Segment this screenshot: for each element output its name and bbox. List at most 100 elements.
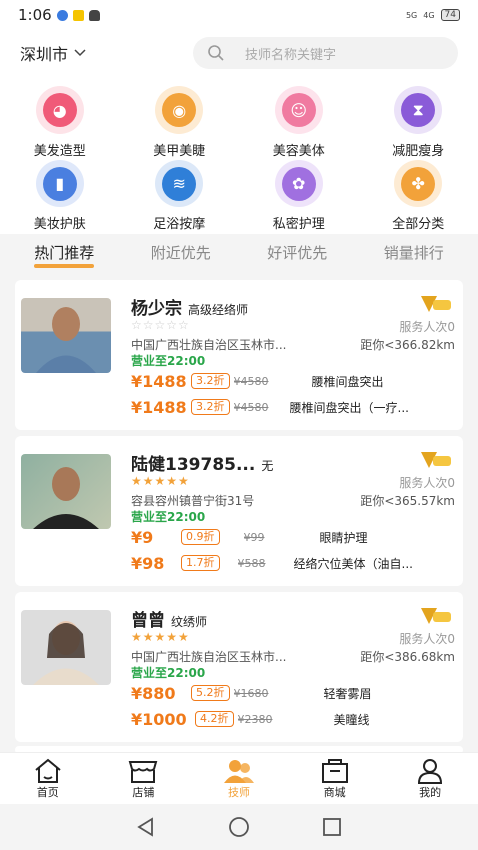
- rating-stars: ★★★★★: [131, 474, 190, 488]
- search-placeholder: 技师名称关键字: [245, 47, 337, 63]
- category-beauty[interactable]: ☺ 美容美体: [239, 86, 359, 160]
- home-button-icon[interactable]: [228, 816, 250, 838]
- service-original-price: ¥99: [243, 530, 265, 544]
- technician-name: 曾曾 纹绣师: [131, 611, 208, 631]
- service-item[interactable]: ¥1000 4.2折 ¥2380 美瞳线: [131, 708, 370, 730]
- category-private-care[interactable]: ✿ 私密护理: [239, 160, 359, 232]
- category-label: 减肥瘦身: [392, 144, 445, 159]
- notification-icon: [56, 9, 68, 21]
- system-nav-bar: [0, 804, 478, 850]
- body-icon: ⧗: [394, 86, 443, 134]
- service-item[interactable]: ¥1488 3.2折 ¥4580 腰椎间盘突出: [131, 370, 384, 392]
- category-foot-massage[interactable]: ≋ 足浴按摩: [120, 160, 240, 232]
- service-name: 腰椎间盘突出: [311, 374, 384, 389]
- nav-label: 我的: [419, 785, 442, 799]
- profile-icon: [418, 758, 443, 784]
- search-icon: [208, 45, 224, 61]
- technician-icon: [223, 759, 254, 783]
- technician-address: 中国广西壮族自治区玉林市...: [131, 650, 287, 664]
- nav-profile[interactable]: 我的: [395, 758, 465, 800]
- technician-name: 杨少宗 高级经络师: [131, 299, 249, 319]
- eye-icon: ◉: [155, 86, 204, 134]
- category-label: 私密护理: [272, 217, 325, 232]
- signal-icon: 5G: [405, 10, 418, 20]
- hair-icon: ◕: [35, 86, 84, 134]
- city-selector[interactable]: 深圳市: [20, 41, 86, 65]
- tab-nearby[interactable]: 附近优先: [151, 242, 211, 267]
- tab-sales[interactable]: 销量排行: [384, 242, 444, 267]
- service-price: ¥9: [131, 527, 154, 547]
- service-discount: 5.2折: [191, 685, 230, 701]
- service-item[interactable]: ¥880 5.2折 ¥1680 轻奢雾眉: [131, 682, 372, 704]
- service-original-price: ¥588: [237, 556, 266, 570]
- header: 深圳市 技师名称关键字: [0, 30, 478, 76]
- category-label: 全部分类: [392, 217, 445, 232]
- bell-icon: [88, 9, 100, 21]
- nav-label: 商城: [323, 785, 346, 799]
- nav-label: 店铺: [132, 785, 155, 799]
- status-time: 1:06: [18, 6, 52, 24]
- technician-photo: [21, 610, 111, 685]
- service-original-price: ¥4580: [233, 374, 269, 388]
- business-hours: 营业至22:00: [131, 510, 206, 524]
- service-name: 美瞳线: [333, 712, 370, 727]
- technician-level: 无: [261, 459, 274, 473]
- home-icon: [35, 758, 61, 783]
- battery-icon: 74: [440, 9, 460, 21]
- back-icon[interactable]: [136, 817, 156, 837]
- service-name: 眼睛护理: [319, 530, 368, 545]
- store-icon: [129, 760, 158, 783]
- status-bar: 1:06 5G 4G 74: [0, 0, 478, 30]
- service-price: ¥880: [131, 683, 176, 703]
- search-input[interactable]: 技师名称关键字: [193, 37, 458, 69]
- technician-address: 容县容州镇普宁街31号: [131, 494, 255, 508]
- service-price: ¥1000: [131, 709, 187, 729]
- technician-distance: 距你<366.82km: [360, 338, 455, 352]
- served-count: 服务人次0: [399, 632, 455, 646]
- recent-apps-icon[interactable]: [322, 817, 342, 837]
- vip-badge-icon: [421, 608, 451, 624]
- cosmetics-icon: ▮: [35, 160, 84, 207]
- service-item[interactable]: ¥1488 3.2折 ¥4580 腰椎间盘突出（一疗...: [131, 396, 409, 418]
- business-hours: 营业至22:00: [131, 666, 206, 680]
- category-label: 美甲美睫: [153, 144, 206, 159]
- category-label: 足浴按摩: [153, 217, 206, 232]
- rating-stars: ★★★★★: [131, 630, 190, 644]
- foot-massage-icon: ≋: [155, 160, 204, 207]
- nav-mall[interactable]: 商城: [300, 758, 370, 800]
- chevron-down-icon: [74, 49, 86, 57]
- service-item[interactable]: ¥98 1.7折 ¥588 经络穴位美体（油自...: [131, 552, 413, 574]
- service-discount: 0.9折: [181, 529, 220, 545]
- technician-card[interactable]: 陆健139785... 无 ★★★★★ 服务人次0 容县容州镇普宁街31号 距你<…: [15, 436, 463, 586]
- service-name: 腰椎间盘突出（一疗...: [289, 400, 409, 415]
- category-nails[interactable]: ◉ 美甲美睫: [120, 86, 240, 160]
- category-slimming[interactable]: ⧗ 减肥瘦身: [359, 86, 478, 160]
- app-notification-icon: [72, 9, 84, 21]
- technician-card[interactable]: 杨少宗 高级经络师 ☆☆☆☆☆ 服务人次0 中国广西壮族自治区玉林市... 距你<…: [15, 280, 463, 430]
- face-icon: ☺: [274, 86, 323, 134]
- nav-home[interactable]: 首页: [13, 758, 83, 800]
- technician-name: 陆健139785... 无: [131, 455, 274, 475]
- sort-tabs: 热门推荐 附近优先 好评优先 销量排行: [0, 234, 478, 274]
- tab-rating[interactable]: 好评优先: [267, 242, 327, 267]
- served-count: 服务人次0: [399, 476, 455, 490]
- nav-technician[interactable]: 技师: [204, 758, 274, 800]
- category-makeup[interactable]: ▮ 美妆护肤: [0, 160, 120, 232]
- served-count: 服务人次0: [399, 320, 455, 334]
- technician-address: 中国广西壮族自治区玉林市...: [131, 338, 287, 352]
- category-hair[interactable]: ◕ 美发造型: [0, 86, 120, 160]
- service-price: ¥1488: [131, 397, 187, 417]
- nav-label: 技师: [227, 785, 250, 799]
- category-label: 美容美体: [272, 144, 325, 159]
- category-all[interactable]: ✤ 全部分类: [359, 160, 478, 232]
- nav-store[interactable]: 店铺: [108, 758, 178, 800]
- service-discount: 1.7折: [181, 555, 220, 571]
- technician-card[interactable]: 曾曾 纹绣师 ★★★★★ 服务人次0 中国广西壮族自治区玉林市... 距你<386…: [15, 592, 463, 742]
- service-name: 轻奢雾眉: [323, 686, 372, 701]
- tab-hot[interactable]: 热门推荐: [34, 242, 95, 268]
- bottom-nav: 首页 店铺 技师 商城 我的: [0, 752, 478, 804]
- service-discount: 4.2折: [195, 711, 234, 727]
- service-original-price: ¥1680: [233, 686, 269, 700]
- service-discount: 3.2折: [191, 399, 230, 415]
- service-item[interactable]: ¥9 0.9折 ¥99 眼睛护理: [131, 526, 368, 548]
